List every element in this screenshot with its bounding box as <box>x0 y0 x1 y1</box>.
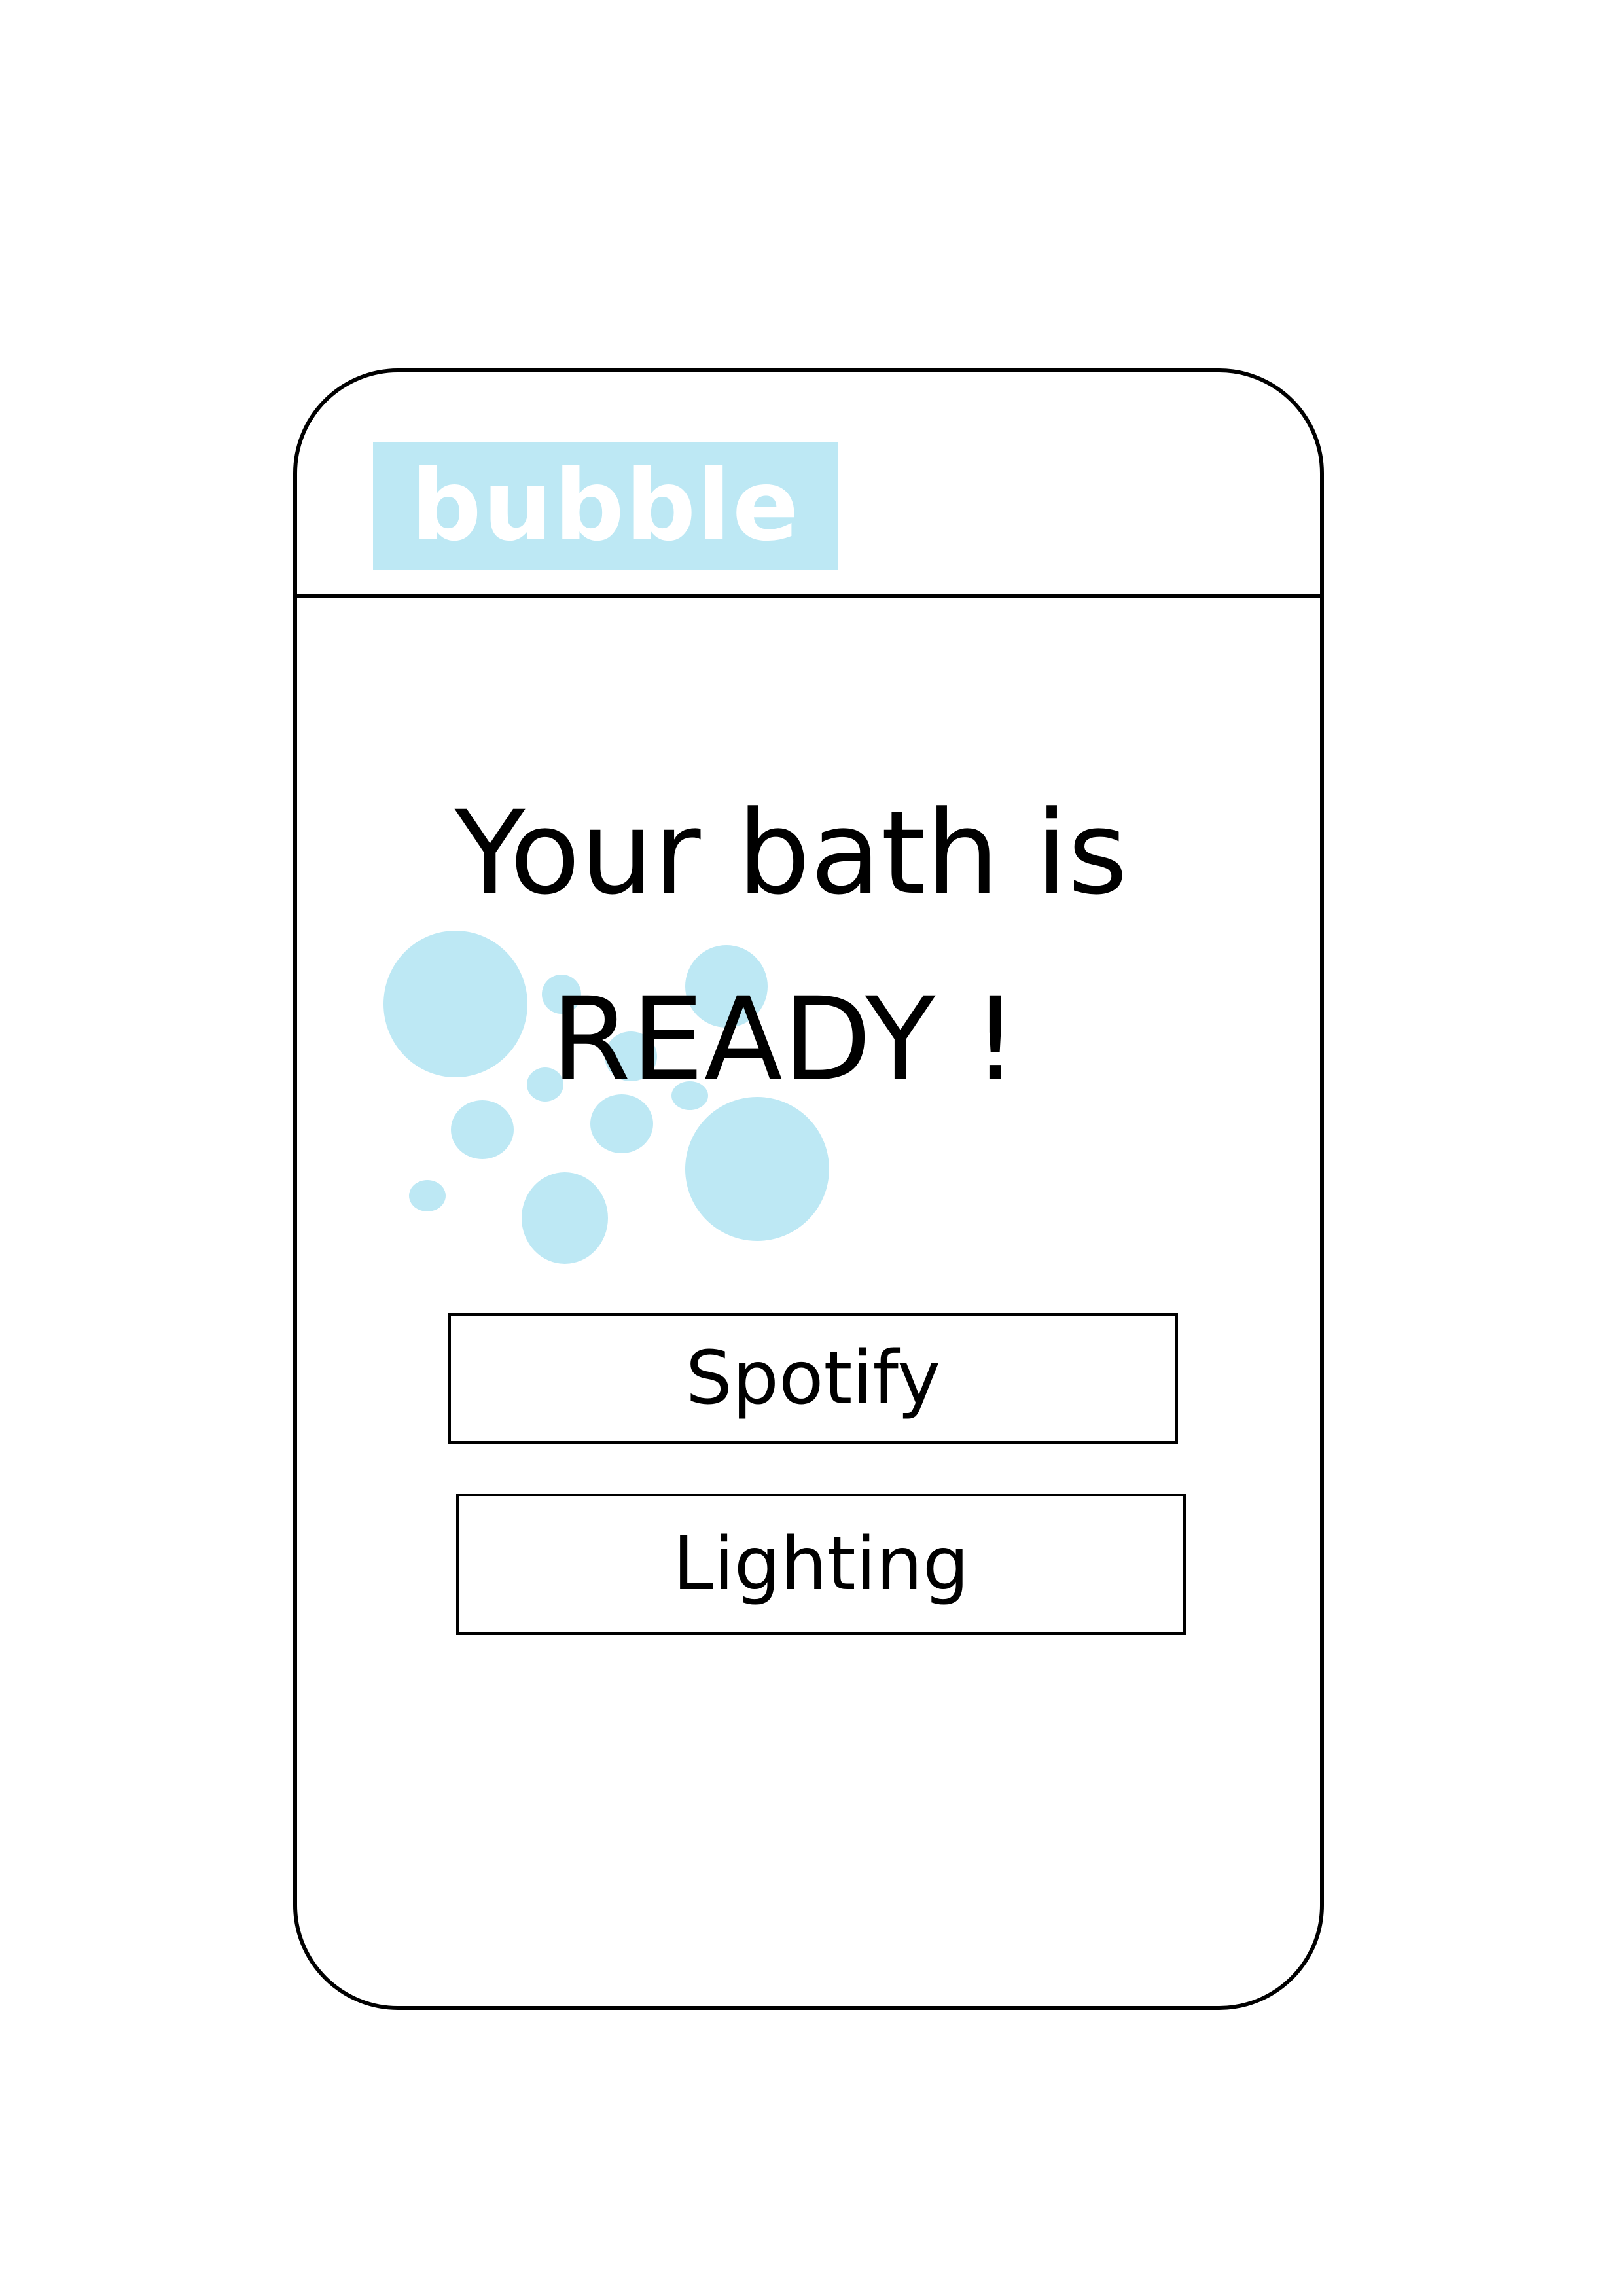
spotify-button[interactable]: Spotify <box>448 1313 1178 1444</box>
phone-frame: bubble Your bath is READY ! Spotify Ligh… <box>293 368 1324 2010</box>
lighting-button[interactable]: Lighting <box>456 1494 1186 1635</box>
bubble-medium-bottom <box>522 1172 608 1264</box>
bubble-large-right <box>685 1097 829 1241</box>
headline-line-2: READY ! <box>551 973 1018 1107</box>
bubbles-decoration <box>383 931 829 1264</box>
headline-line-1: Your bath is <box>454 786 1128 920</box>
bubble-tiny-bottom-left <box>409 1180 446 1211</box>
